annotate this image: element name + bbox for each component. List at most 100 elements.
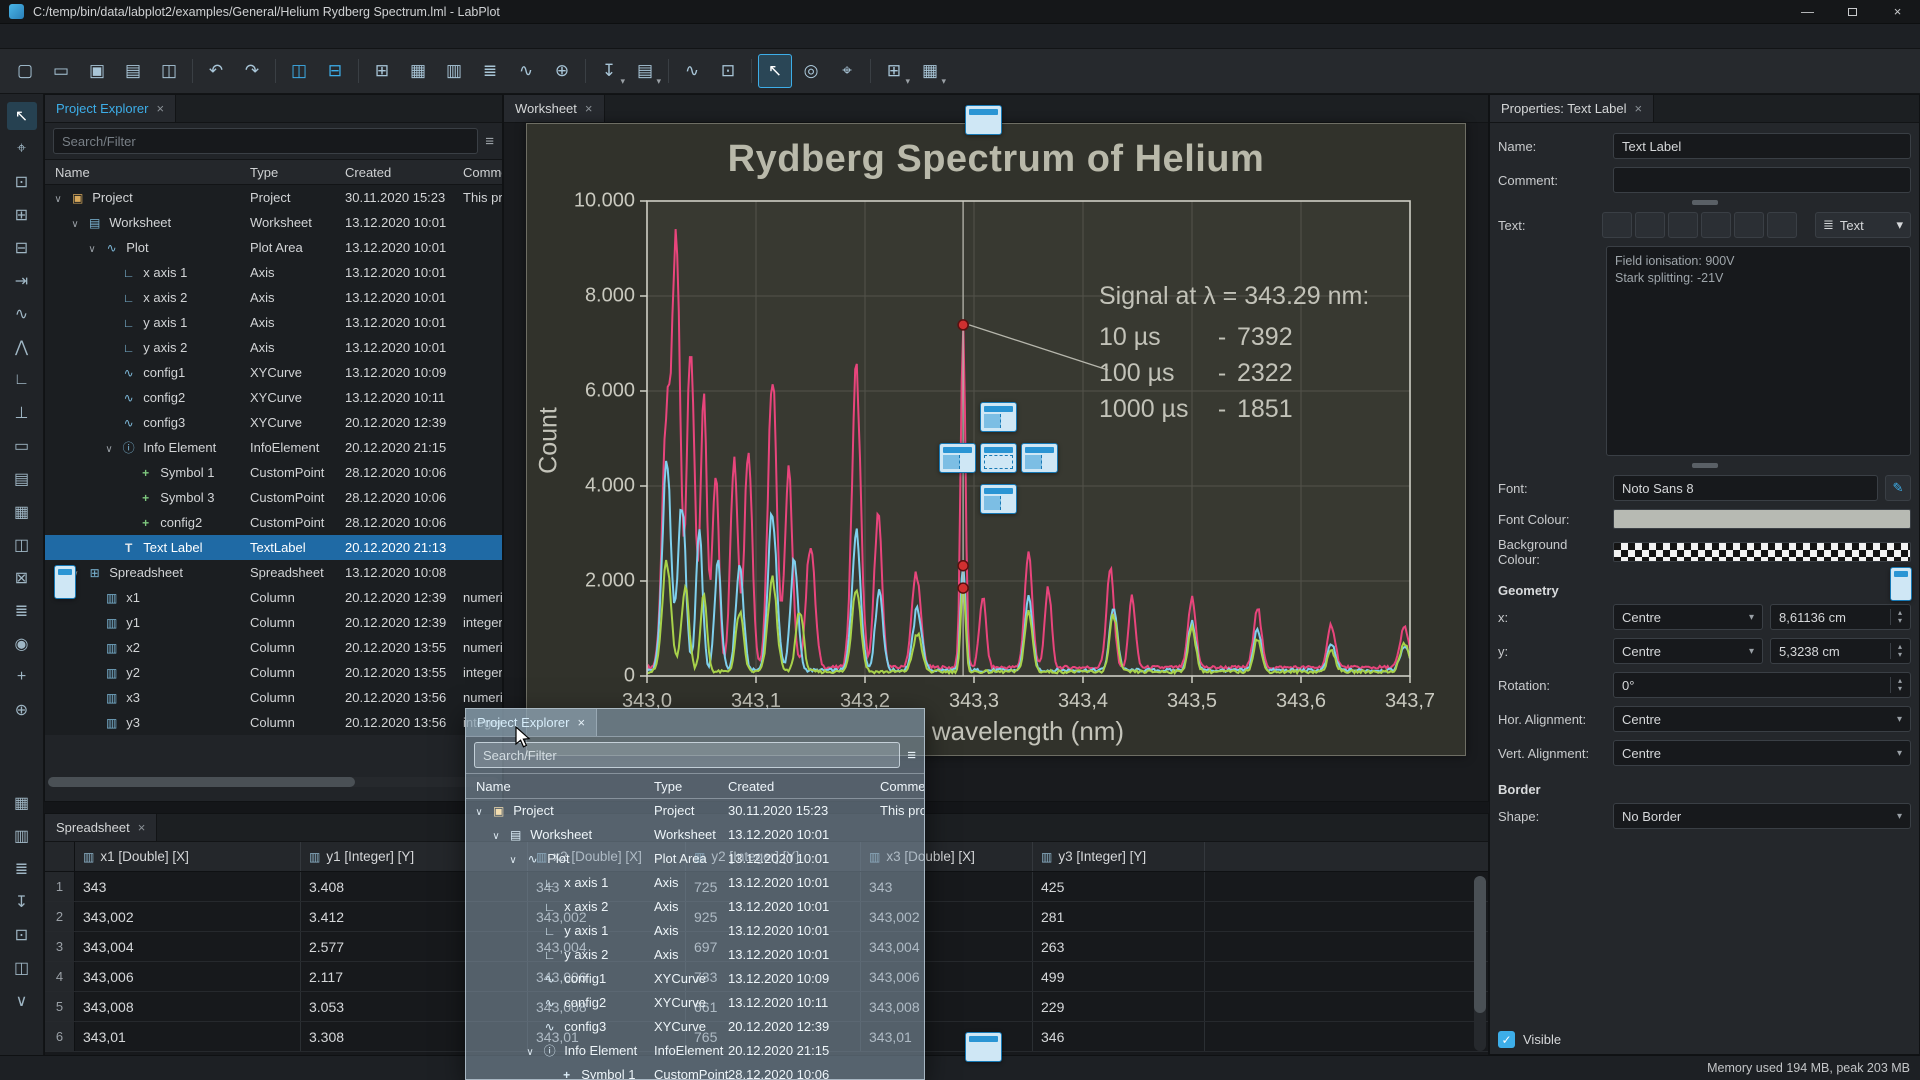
cell[interactable]: 499	[1033, 962, 1205, 991]
minimize-button[interactable]: —	[1785, 0, 1830, 23]
menu-matrix[interactable]	[76, 24, 94, 49]
worksheet-tool[interactable]: ▤	[7, 465, 37, 493]
y-position-spinbox[interactable]: 5,3238 cm ▴▾	[1770, 638, 1911, 664]
Symbol 1[interactable]: + Symbol 1 CustomPoint 28.12.2020 10:06	[466, 1063, 924, 1080]
dock-float-button[interactable]	[872, 713, 892, 733]
grid-tool[interactable]: ▦	[7, 498, 37, 526]
expand-arrow-icon[interactable]: ∨	[506, 849, 520, 871]
cell[interactable]: 343,002	[75, 902, 301, 931]
horizontal-scrollbar[interactable]	[48, 777, 499, 787]
text-mode-select[interactable]: ≣ Text ▾	[1815, 212, 1911, 238]
cell[interactable]: 263	[1033, 932, 1205, 961]
column-header-created[interactable]: Created	[345, 160, 391, 185]
cell[interactable]: 343,004	[75, 932, 301, 961]
menu-analysis[interactable]	[130, 24, 148, 49]
marker-point[interactable]	[958, 320, 968, 330]
name-field[interactable]	[1613, 133, 1911, 159]
column-header-name[interactable]: Name	[45, 165, 90, 180]
y3[interactable]: ▥ y3 Column 20.12.2020 13:56 integer da	[45, 710, 502, 735]
zoom-select-button[interactable]: ⊡	[711, 54, 745, 88]
zoom-select-tool[interactable]: ⊡	[7, 168, 37, 196]
dock-pin-button[interactable]	[1436, 818, 1456, 838]
dock-close-button[interactable]	[1461, 818, 1481, 838]
column-header-type[interactable]: Type	[654, 774, 682, 799]
row-number[interactable]: 4	[45, 962, 75, 991]
search-input[interactable]	[474, 742, 900, 768]
Info Element[interactable]: ∨ ⓘ Info Element InfoElement 20.12.2020 …	[466, 1039, 924, 1063]
corner-cell[interactable]	[45, 842, 75, 871]
insert-columns-button[interactable]: ▦	[401, 54, 435, 88]
tab-spreadsheet[interactable]: Spreadsheet ×	[45, 814, 157, 841]
menu-view[interactable]	[40, 24, 58, 49]
marker-tool[interactable]: ◉	[7, 630, 37, 658]
config2[interactable]: + config2 CustomPoint 28.12.2020 10:06	[45, 510, 502, 535]
font-colour-swatch[interactable]	[1613, 509, 1911, 529]
expand-arrow-icon[interactable]: ∨	[523, 1041, 537, 1063]
config3[interactable]: ∿ config3 XYCurve 20.12.2020 12:39	[45, 410, 502, 435]
new-project-button[interactable]: ▢	[8, 54, 42, 88]
x axis 2[interactable]: ∟ x axis 2 Axis 13.12.2020 10:01	[45, 285, 502, 310]
x-position-spinbox[interactable]: 8,61136 cm ▴▾	[1770, 604, 1911, 630]
strip-expand-chevron[interactable]: ∨	[7, 987, 37, 1015]
Worksheet[interactable]: ∨ ▤ Worksheet Worksheet 13.12.2020 10:01	[466, 823, 924, 847]
menu-file[interactable]	[4, 24, 22, 49]
Project[interactable]: ∨ ▣ Project Project 30.11.2020 15:23 Thi…	[45, 185, 502, 210]
toolbar-button[interactable]	[188, 59, 197, 83]
tab-close-icon[interactable]: ×	[577, 715, 585, 730]
dock-menu-button[interactable]	[1817, 99, 1837, 119]
dropdown-caret-icon[interactable]: ▾	[905, 76, 910, 87]
x-position-select[interactable]: Centre ▾	[1613, 604, 1763, 630]
y axis 1[interactable]: ∟ y axis 1 Axis 13.12.2020 10:01	[45, 310, 502, 335]
column-header-created[interactable]: Created	[728, 774, 774, 799]
y axis 2[interactable]: ∟ y axis 2 Axis 13.12.2020 10:01	[45, 335, 502, 360]
spin-down-icon[interactable]: ▾	[1898, 651, 1902, 659]
config1[interactable]: ∿ config1 XYCurve 13.12.2020 10:09	[45, 360, 502, 385]
plot-data-button[interactable]: ∿	[509, 54, 543, 88]
row-number[interactable]: 5	[45, 992, 75, 1021]
menu-tools[interactable]	[184, 24, 202, 49]
cell[interactable]: 343,008	[75, 992, 301, 1021]
menu-help[interactable]	[220, 24, 238, 49]
dock-float-button[interactable]	[425, 99, 445, 119]
rotation-spinbox[interactable]: 0° ▴▾	[1613, 672, 1911, 698]
select-cursor-button[interactable]: ↖	[758, 54, 792, 88]
tab-close-icon[interactable]: ×	[156, 101, 164, 116]
zoom-fit-tool[interactable]: ⊕	[7, 696, 37, 724]
config2[interactable]: ∿ config2 XYCurve 13.12.2020 10:11	[466, 991, 924, 1015]
tab-worksheet[interactable]: Worksheet ×	[504, 95, 605, 122]
sheet-export-tool[interactable]: ↧	[7, 888, 37, 916]
hor-alignment-select[interactable]: Centre ▾	[1613, 706, 1911, 732]
zoom-y-tool[interactable]: ⊟	[7, 234, 37, 262]
Spreadsheet[interactable]: ∨ ⊞ Spreadsheet Spreadsheet 13.12.2020 1…	[45, 560, 502, 585]
symbol-pi-button[interactable]	[1734, 212, 1764, 238]
y axis 1[interactable]: ∟ y axis 1 Axis 13.12.2020 10:01	[466, 919, 924, 943]
plot-title[interactable]: Rydberg Spectrum of Helium	[527, 138, 1465, 181]
y axis 2[interactable]: ∟ y axis 2 Axis 13.12.2020 10:01	[466, 943, 924, 967]
expand-arrow-icon[interactable]: ∨	[102, 437, 116, 460]
y-axis-label[interactable]: Count	[535, 331, 564, 551]
tab-project-explorer[interactable]: Project Explorer ×	[45, 95, 176, 122]
border-shape-select[interactable]: No Border ▾	[1613, 803, 1911, 829]
dock-float-button[interactable]	[1411, 818, 1431, 838]
bold-button[interactable]	[1602, 212, 1632, 238]
floating-project-explorer[interactable]: Project Explorer × ≡ Name Type Created C…	[465, 708, 925, 1080]
grid-layout-button[interactable]: ▦ ▾	[913, 54, 947, 88]
select-tool[interactable]: ↖	[7, 102, 37, 130]
vert-alignment-select[interactable]: Centre ▾	[1613, 740, 1911, 766]
Symbol 3[interactable]: + Symbol 3 CustomPoint 28.12.2020 10:06	[45, 485, 502, 510]
Project[interactable]: ∨ ▣ Project Project 30.11.2020 15:23 Thi…	[466, 799, 924, 823]
splitter-handle[interactable]	[1692, 200, 1718, 205]
axis-tool[interactable]: ⊥	[7, 399, 37, 427]
subscript-button[interactable]	[1701, 212, 1731, 238]
crosshair-button[interactable]: ⌖	[830, 54, 864, 88]
column-header-y3[interactable]: ▥y3 [Integer] [Y]	[1033, 842, 1205, 871]
row-number[interactable]: 3	[45, 932, 75, 961]
dock-menu-button[interactable]	[1386, 818, 1406, 838]
Info Element[interactable]: ∨ ⓘ Info Element InfoElement 20.12.2020 …	[45, 435, 502, 460]
cell[interactable]: 346	[1033, 1022, 1205, 1051]
toolbar-button[interactable]	[866, 59, 875, 83]
tab-project-explorer-floating[interactable]: Project Explorer ×	[466, 709, 597, 736]
scrollbar-thumb[interactable]	[48, 777, 355, 787]
box-tool[interactable]: ▭	[7, 432, 37, 460]
menu-settings[interactable]	[202, 24, 220, 49]
